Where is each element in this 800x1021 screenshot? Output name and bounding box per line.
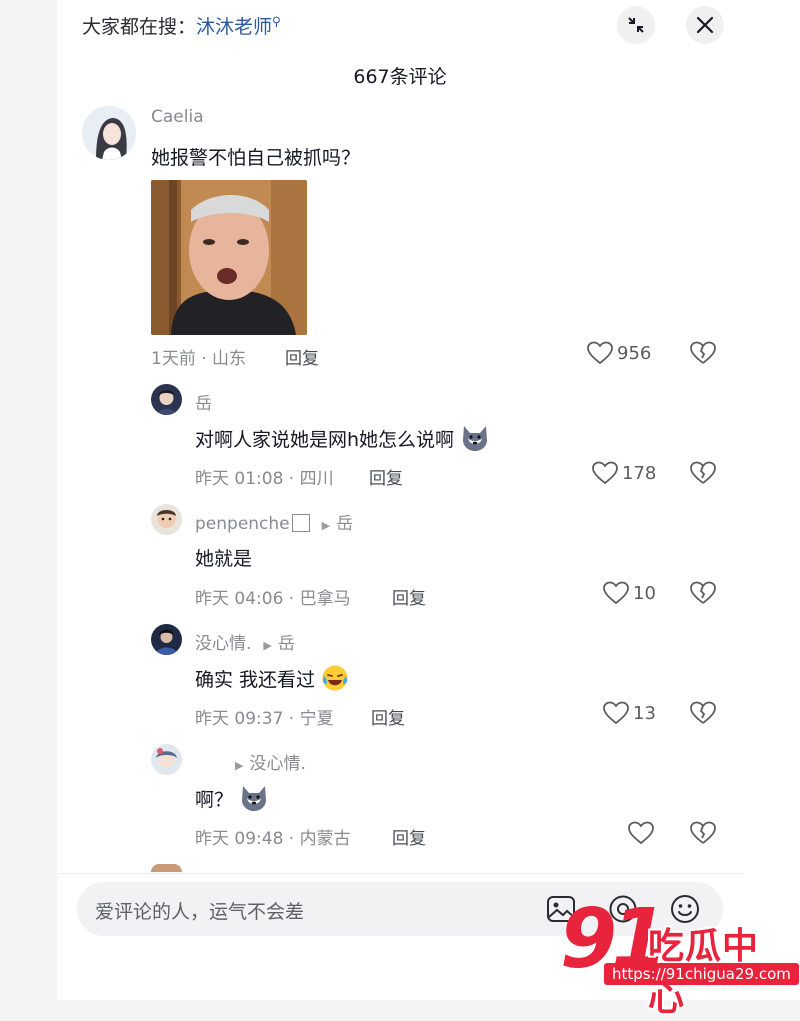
search-icon: ⚲: [272, 14, 281, 29]
husky-emoji-icon: [463, 426, 488, 451]
username[interactable]: ▶ 没心情.: [195, 749, 306, 774]
username[interactable]: 岳: [195, 389, 212, 414]
comment-image[interactable]: [151, 180, 307, 335]
username[interactable]: Caelia: [151, 107, 204, 127]
comment-text: 啊？: [195, 784, 269, 812]
comment-text: 对啊人家说她是网h她怎么说啊: [195, 424, 490, 452]
reply-arrow-icon: ▶: [263, 639, 272, 652]
reply-to-name[interactable]: 岳: [336, 514, 353, 534]
reply-button[interactable]: 回复: [285, 344, 319, 369]
close-icon: [696, 16, 714, 34]
collapse-icon: [628, 17, 644, 33]
search-keyword[interactable]: 沐沐老师: [196, 16, 272, 38]
comment-count: 667条评论: [353, 66, 447, 88]
reply-to-name[interactable]: 没心情.: [249, 754, 305, 774]
reply-button[interactable]: 回复: [369, 464, 403, 489]
like-count: 10: [633, 582, 656, 604]
username[interactable]: penpenche ▶ 岳: [195, 509, 353, 534]
laugh-cry-emoji-icon: [322, 665, 348, 691]
comment-text: 确实 我还看过: [195, 664, 349, 692]
reply-button[interactable]: 回复: [371, 704, 405, 729]
close-button[interactable]: [686, 6, 724, 44]
avatar[interactable]: [151, 504, 182, 535]
unknown-glyph-box: [291, 514, 310, 532]
like-button[interactable]: 178: [592, 461, 656, 485]
like-button[interactable]: [628, 821, 658, 845]
reply-button[interactable]: 回复: [392, 824, 426, 849]
avatar[interactable]: [82, 106, 136, 160]
broken-heart-icon: [690, 701, 716, 724]
avatar[interactable]: [151, 624, 182, 655]
comment-text: 她报警不怕自己被抓吗？: [151, 147, 361, 169]
watermark-logo: 91 吃瓜中心 https://91chigua29.com: [560, 895, 799, 1019]
watermark-url: https://91chigua29.com: [604, 963, 799, 985]
comment-meta: 1天前 · 山东: [151, 349, 247, 369]
broken-heart-icon: [690, 341, 716, 364]
reply-arrow-icon: ▶: [321, 519, 331, 532]
dislike-button[interactable]: [690, 821, 716, 849]
comment-text: 她就是: [195, 548, 253, 570]
like-button[interactable]: 10: [603, 581, 656, 605]
dislike-button[interactable]: [690, 581, 716, 609]
comment-meta: 昨天 09:48 · 内蒙古: [195, 829, 351, 849]
like-button[interactable]: 13: [603, 701, 656, 725]
heart-icon: [587, 341, 613, 365]
dislike-button[interactable]: [690, 461, 716, 489]
comment-input-placeholder: 爱评论的人，运气不会差: [95, 901, 305, 923]
broken-heart-icon: [690, 821, 716, 844]
heart-icon: [628, 821, 654, 845]
comment-meta: 昨天 01:08 · 四川: [195, 469, 334, 489]
comment-meta: 昨天 04:06 · 巴拿马: [195, 589, 351, 609]
reply-button[interactable]: 回复: [392, 584, 426, 609]
dislike-button[interactable]: [690, 701, 716, 729]
broken-heart-icon: [690, 461, 716, 484]
heart-icon: [592, 461, 618, 485]
broken-heart-icon: [690, 581, 716, 604]
comment-meta: 昨天 09:37 · 宁夏: [195, 709, 334, 729]
like-count: 956: [617, 342, 652, 364]
like-count: 178: [622, 462, 657, 484]
avatar[interactable]: [151, 864, 182, 872]
husky-emoji-icon: [242, 786, 267, 811]
heart-icon: [603, 581, 629, 605]
right-background: [743, 0, 800, 1000]
avatar[interactable]: [151, 384, 182, 415]
like-count: 13: [633, 702, 656, 724]
username[interactable]: 没心情. ▶ 岳: [195, 629, 295, 654]
dislike-button[interactable]: [690, 341, 716, 369]
search-prefix: 大家都在搜：: [82, 16, 197, 38]
heart-icon: [603, 701, 629, 725]
divider: [57, 873, 743, 874]
reply-to-name[interactable]: 岳: [278, 634, 295, 654]
reply-arrow-icon: ▶: [235, 759, 244, 772]
search-suggestion[interactable]: 大家都在搜：沐沐老师⚲: [82, 12, 281, 39]
like-button[interactable]: 956: [587, 341, 651, 365]
avatar[interactable]: [151, 744, 182, 775]
collapse-button[interactable]: [617, 6, 655, 44]
